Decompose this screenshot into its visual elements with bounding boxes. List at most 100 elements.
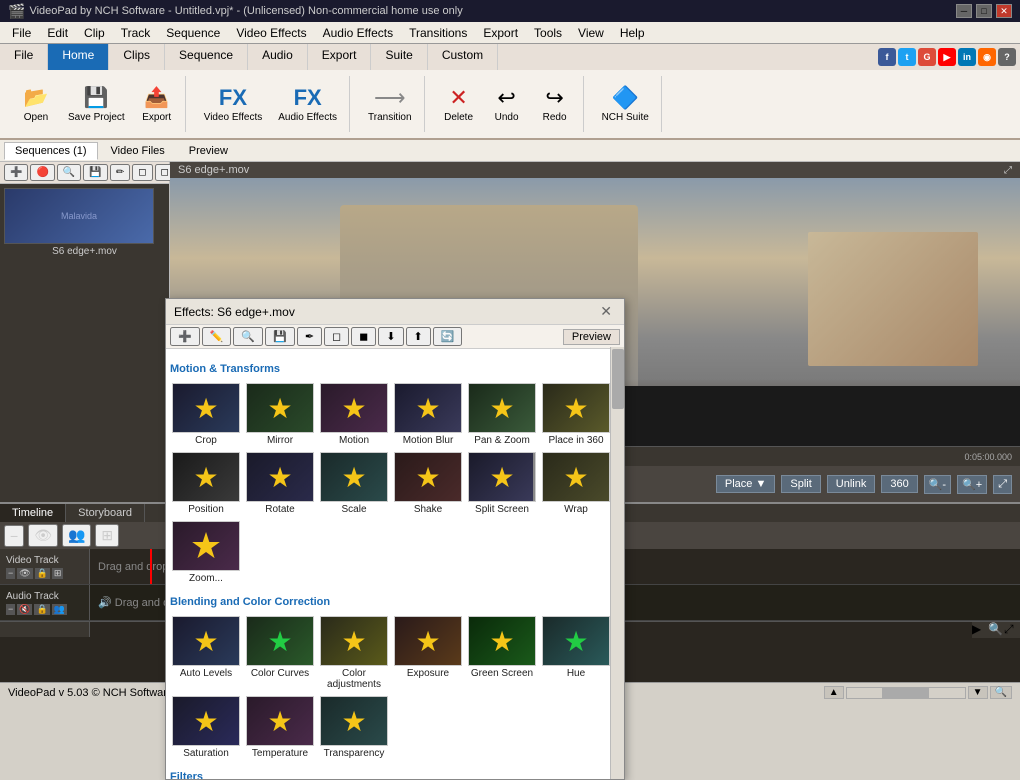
menu-edit[interactable]: Edit bbox=[39, 24, 76, 42]
btn-360[interactable]: 360 bbox=[881, 475, 917, 493]
help-icon[interactable]: ? bbox=[998, 48, 1016, 66]
vt-eye-btn[interactable]: 👁 bbox=[17, 568, 32, 579]
at-lock-btn[interactable]: 🔒 bbox=[34, 604, 49, 615]
menu-clip[interactable]: Clip bbox=[76, 24, 113, 42]
subtab-preview[interactable]: Preview bbox=[178, 142, 239, 160]
effect-rotate[interactable]: ★ Rotate bbox=[244, 450, 316, 517]
place-button[interactable]: Place ▼ bbox=[716, 475, 775, 493]
effect-place-360[interactable]: ★ Place in 360 bbox=[540, 381, 612, 448]
subtab-video-files[interactable]: Video Files bbox=[100, 142, 176, 160]
menu-audio-effects[interactable]: Audio Effects bbox=[315, 24, 402, 42]
tl-minus-btn[interactable]: − bbox=[4, 525, 24, 547]
redo-button[interactable]: ↪ Redo bbox=[533, 83, 577, 125]
maximize-button[interactable]: □ bbox=[976, 4, 992, 18]
audio-effects-button[interactable]: FX Audio Effects bbox=[272, 83, 343, 125]
tab-home[interactable]: Home bbox=[48, 44, 109, 70]
youtube-icon[interactable]: ▶ bbox=[938, 48, 956, 66]
effect-auto-levels[interactable]: ★ Auto Levels bbox=[170, 614, 242, 692]
video-effects-button[interactable]: FX Video Effects bbox=[198, 83, 269, 125]
copy-btn[interactable]: ◻ bbox=[132, 164, 152, 181]
undo-button[interactable]: ↩ Undo bbox=[485, 83, 529, 125]
tl-group-btn[interactable]: 👥 bbox=[62, 524, 91, 547]
add-btn[interactable]: ➕ bbox=[4, 164, 28, 181]
tl-snap-btn[interactable]: ⊞ bbox=[95, 524, 119, 547]
rss-icon[interactable]: ◉ bbox=[978, 48, 996, 66]
effect-position[interactable]: ★ Position bbox=[170, 450, 242, 517]
close-button[interactable]: ✕ bbox=[996, 4, 1012, 18]
subtab-sequences[interactable]: Sequences (1) bbox=[4, 142, 98, 160]
menu-sequence[interactable]: Sequence bbox=[158, 24, 228, 42]
effect-wrap[interactable]: ★ Wrap bbox=[540, 450, 612, 517]
scroll-thumb[interactable] bbox=[612, 349, 624, 409]
transition-button[interactable]: ⟶ Transition bbox=[362, 83, 418, 125]
twitter-icon[interactable]: t bbox=[898, 48, 916, 66]
status-scroll-thumb[interactable] bbox=[882, 688, 929, 698]
effect-hue[interactable]: ★ Hue bbox=[540, 614, 612, 692]
effect-saturation[interactable]: ★ Saturation bbox=[170, 694, 242, 761]
tab-clips[interactable]: Clips bbox=[109, 44, 165, 70]
scroll-zoom-btn[interactable]: 🔍 bbox=[988, 622, 1004, 638]
effect-mirror[interactable]: ★ Mirror bbox=[244, 381, 316, 448]
effects-down-btn[interactable]: ⬇ bbox=[378, 327, 403, 346]
effects-preview-btn[interactable]: Preview bbox=[563, 329, 620, 345]
effects-scrollbar[interactable] bbox=[610, 347, 624, 779]
scroll-fit-btn[interactable]: ⤢ bbox=[1004, 622, 1020, 638]
status-down-btn[interactable]: ▼ bbox=[968, 686, 988, 699]
list-item[interactable]: Malavida S6 edge+.mov bbox=[0, 184, 169, 261]
effects-filter-btn[interactable]: 🔍 bbox=[233, 327, 263, 346]
scroll-right-btn[interactable]: ▶ bbox=[972, 622, 988, 638]
tab-timeline[interactable]: Timeline bbox=[0, 504, 66, 522]
effects-edit-btn[interactable]: ✏️ bbox=[202, 327, 232, 346]
zoom-out-button[interactable]: 🔍- bbox=[924, 475, 951, 494]
status-scrollbar[interactable] bbox=[846, 687, 966, 699]
vt-expand-btn[interactable]: ⊞ bbox=[52, 568, 64, 579]
effect-motion[interactable]: ★ Motion bbox=[318, 381, 390, 448]
status-zoom-btn[interactable]: 🔍 bbox=[990, 686, 1012, 699]
menu-track[interactable]: Track bbox=[113, 24, 159, 42]
effects-save-btn[interactable]: 💾 bbox=[265, 327, 295, 346]
linkedin-icon[interactable]: in bbox=[958, 48, 976, 66]
tab-storyboard[interactable]: Storyboard bbox=[66, 504, 145, 522]
tab-sequence[interactable]: Sequence bbox=[165, 44, 248, 70]
menu-export[interactable]: Export bbox=[475, 24, 526, 42]
tab-suite[interactable]: Suite bbox=[371, 44, 427, 70]
fit-button[interactable]: ⤢ bbox=[993, 475, 1012, 494]
status-up-btn[interactable]: ▲ bbox=[824, 686, 844, 699]
menu-help[interactable]: Help bbox=[612, 24, 653, 42]
effects-panel-close-button[interactable]: ✕ bbox=[596, 303, 616, 320]
effect-scale[interactable]: ★ Scale bbox=[318, 450, 390, 517]
delete-button[interactable]: ✕ Delete bbox=[437, 83, 481, 125]
search-btn[interactable]: 🔍 bbox=[57, 164, 81, 181]
effects-refresh-btn[interactable]: 🔄 bbox=[433, 327, 463, 346]
export-button[interactable]: 📤 Export bbox=[135, 83, 179, 125]
effect-temperature[interactable]: ★ Temperature bbox=[244, 694, 316, 761]
menu-tools[interactable]: Tools bbox=[526, 24, 570, 42]
preview-expand-btn[interactable]: ⤢ bbox=[1004, 165, 1012, 176]
minimize-button[interactable]: ─ bbox=[956, 4, 972, 18]
unlink-button[interactable]: Unlink bbox=[827, 475, 876, 493]
at-mute-btn[interactable]: 🔇 bbox=[17, 604, 32, 615]
save-project-button[interactable]: 💾 Save Project bbox=[62, 83, 131, 125]
at-minus-btn[interactable]: − bbox=[6, 604, 15, 615]
effect-shake[interactable]: ★ Shake bbox=[392, 450, 464, 517]
effect-zoom[interactable]: ★ Zoom... bbox=[170, 519, 242, 586]
menu-file[interactable]: File bbox=[4, 24, 39, 42]
tab-export[interactable]: Export bbox=[308, 44, 372, 70]
effect-crop[interactable]: ★ Crop bbox=[170, 381, 242, 448]
google-icon[interactable]: G bbox=[918, 48, 936, 66]
tab-audio[interactable]: Audio bbox=[248, 44, 308, 70]
effect-pan-zoom[interactable]: ★ Pan & Zoom bbox=[466, 381, 538, 448]
menu-transitions[interactable]: Transitions bbox=[401, 24, 475, 42]
facebook-icon[interactable]: f bbox=[878, 48, 896, 66]
effects-pen-btn[interactable]: ✒ bbox=[297, 327, 322, 346]
at-group-btn[interactable]: 👥 bbox=[52, 604, 67, 615]
effects-add-btn[interactable]: ➕ bbox=[170, 327, 200, 346]
effects-up-btn[interactable]: ⬆ bbox=[406, 327, 431, 346]
effect-exposure[interactable]: ★ Exposure bbox=[392, 614, 464, 692]
split-button[interactable]: Split bbox=[781, 475, 820, 493]
effect-green-screen[interactable]: ★ Green Screen bbox=[466, 614, 538, 692]
effects-panel-header[interactable]: Effects: S6 edge+.mov ✕ bbox=[166, 299, 624, 325]
tab-file[interactable]: File bbox=[0, 44, 48, 70]
vt-minus-btn[interactable]: − bbox=[6, 568, 15, 579]
menu-view[interactable]: View bbox=[570, 24, 612, 42]
